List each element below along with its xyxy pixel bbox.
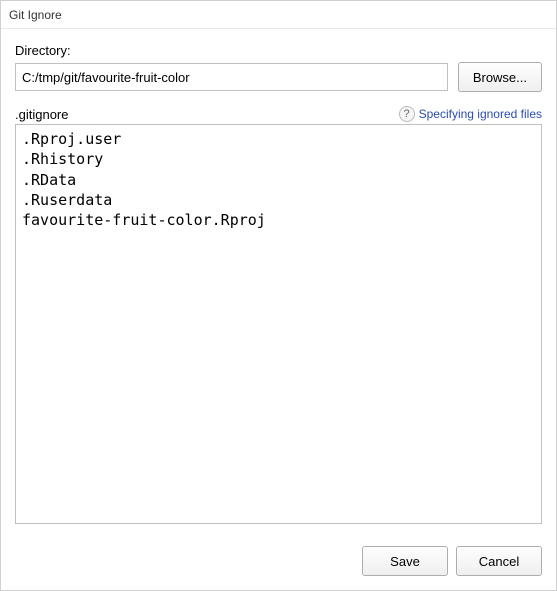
help-section: ? Specifying ignored files <box>399 106 542 122</box>
directory-row: Browse... <box>15 62 542 92</box>
browse-button[interactable]: Browse... <box>458 62 542 92</box>
help-link-specifying-ignored-files[interactable]: Specifying ignored files <box>419 107 542 121</box>
save-button[interactable]: Save <box>362 546 448 576</box>
directory-label: Directory: <box>15 43 542 58</box>
gitignore-header: .gitignore ? Specifying ignored files <box>15 106 542 122</box>
directory-input[interactable] <box>15 63 448 91</box>
gitignore-editor[interactable] <box>15 124 542 524</box>
cancel-button[interactable]: Cancel <box>456 546 542 576</box>
titlebar: Git Ignore <box>1 1 556 29</box>
dialog-title: Git Ignore <box>9 8 62 22</box>
dialog-content: Directory: Browse... .gitignore ? Specif… <box>1 29 556 534</box>
git-ignore-dialog: Git Ignore Directory: Browse... .gitigno… <box>0 0 557 591</box>
button-bar: Save Cancel <box>1 534 556 590</box>
gitignore-label: .gitignore <box>15 107 68 122</box>
help-icon[interactable]: ? <box>399 106 415 122</box>
